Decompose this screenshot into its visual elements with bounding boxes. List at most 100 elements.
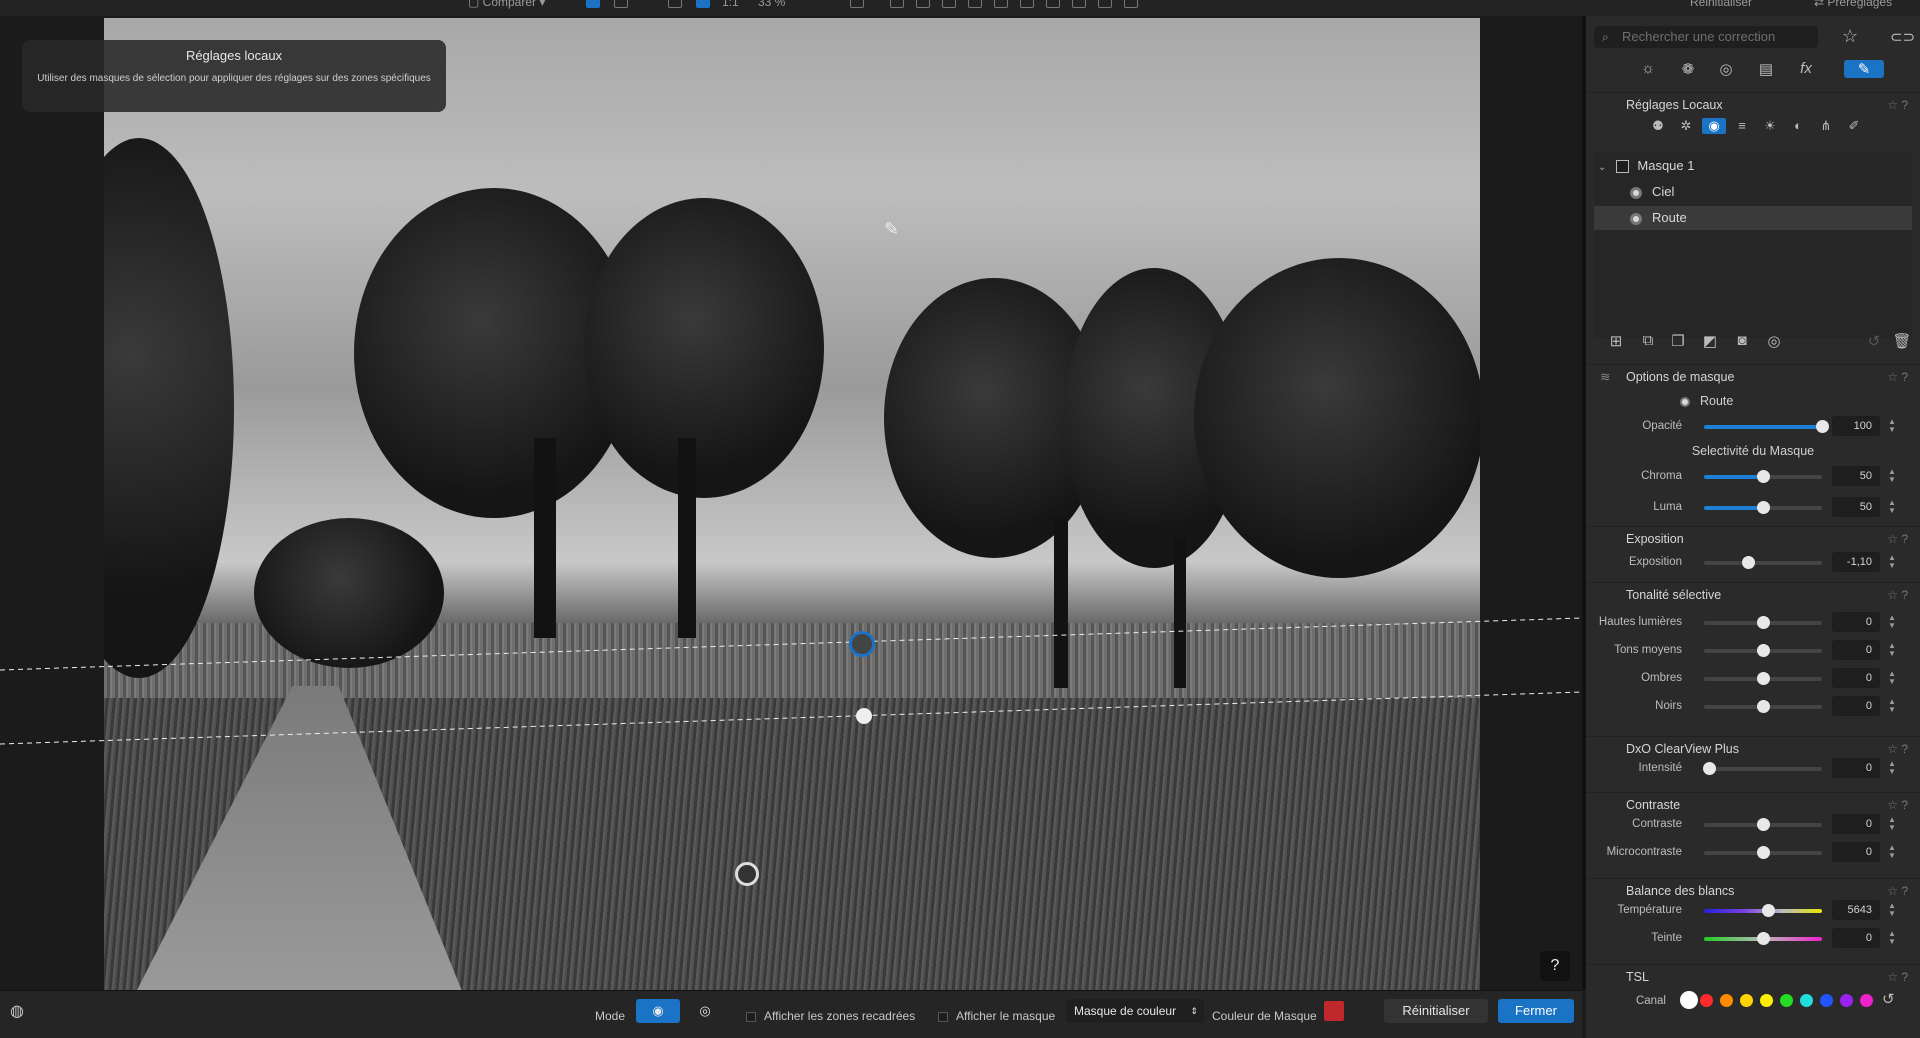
hsl-channel-swatch[interactable]: [1800, 994, 1813, 1007]
exposure-slider[interactable]: [1704, 556, 1822, 569]
color-mask-icon[interactable]: ⋔: [1816, 118, 1836, 134]
section-contrast[interactable]: Contraste ☆ ?: [1586, 792, 1920, 816]
hsl-channel-swatch[interactable]: [1780, 994, 1793, 1007]
stepper-icon[interactable]: ▲ ▼: [1888, 760, 1896, 776]
add-mask-icon[interactable]: ⊞: [1606, 332, 1626, 350]
eyedropper-icon[interactable]: [1098, 0, 1112, 8]
hsl-channel-swatch[interactable]: [1700, 994, 1713, 1007]
close-button[interactable]: Fermer: [1498, 999, 1574, 1023]
mask-item-sky[interactable]: Ciel: [1630, 180, 1920, 204]
brush-icon[interactable]: [942, 0, 956, 8]
mode-gradient-button[interactable]: ◉: [636, 999, 680, 1023]
mask-circle-icon[interactable]: ◙: [1732, 332, 1752, 349]
stepper-icon[interactable]: ▲ ▼: [1888, 930, 1896, 946]
crop-icon[interactable]: [916, 0, 930, 8]
delete-mask-icon[interactable]: 🗑: [1892, 332, 1912, 350]
luma-value[interactable]: 50: [1832, 497, 1880, 517]
stepper-icon[interactable]: ▲ ▼: [1888, 468, 1896, 484]
control-point-sky[interactable]: [849, 631, 875, 657]
section-local-adjustments[interactable]: Réglages Locaux ☆ ?: [1586, 92, 1920, 116]
mask-group-item[interactable]: ⌄ Masque 1: [1598, 154, 1900, 178]
show-cropped-toggle[interactable]: Afficher les zones recadrées: [746, 1009, 915, 1023]
hand-icon[interactable]: [890, 0, 904, 8]
duplicate-mask-icon[interactable]: ❐: [1668, 332, 1688, 350]
stepper-icon[interactable]: ▲ ▼: [1888, 418, 1896, 434]
local-adjust-toggle-icon[interactable]: ◍: [10, 1001, 24, 1021]
exposure-value[interactable]: -1,10: [1832, 552, 1880, 572]
geometry-tab-icon[interactable]: ▤: [1754, 60, 1778, 78]
fit-icon[interactable]: [668, 0, 682, 8]
color-tab-icon[interactable]: ❁: [1676, 60, 1700, 78]
hsl-channel-swatch[interactable]: [1740, 994, 1753, 1007]
section-mask-options[interactable]: ≋ Options de masque ☆ ?: [1586, 364, 1920, 388]
single-view-icon[interactable]: [586, 0, 600, 8]
gradient-center-handle[interactable]: [856, 708, 872, 724]
hsl-channel-swatch[interactable]: [1680, 991, 1698, 1009]
control-point-road[interactable]: [735, 862, 759, 886]
zoom-select[interactable]: 33 %: [758, 0, 785, 10]
star-icon[interactable]: ☆ ?: [1887, 737, 1908, 761]
star-icon[interactable]: ☆ ?: [1887, 365, 1908, 389]
stepper-icon[interactable]: ▲ ▼: [1888, 554, 1896, 570]
crop-checkbox[interactable]: [746, 1011, 756, 1022]
star-icon[interactable]: ☆ ?: [1887, 793, 1908, 817]
stepper-icon[interactable]: ▲ ▼: [1888, 698, 1896, 714]
mask-color-swatch[interactable]: [1324, 1001, 1344, 1021]
gradient-line-bottom[interactable]: [0, 691, 1582, 745]
image-viewer[interactable]: ✎ Réglages locaux Utiliser des masques d…: [0, 16, 1582, 990]
mask-type-select[interactable]: Masque de couleur ⇕: [1066, 999, 1204, 1023]
blacks-knob[interactable]: [1757, 700, 1770, 713]
intensity-knob[interactable]: [1703, 762, 1716, 775]
stepper-icon[interactable]: ▲ ▼: [1888, 816, 1896, 832]
chroma-knob[interactable]: [1757, 470, 1770, 483]
compare-button[interactable]: ▢ Comparer ▾: [468, 0, 545, 10]
shadows-knob[interactable]: [1757, 672, 1770, 685]
blacks-slider[interactable]: [1704, 700, 1822, 713]
chroma-value[interactable]: 50: [1832, 466, 1880, 486]
luma-knob[interactable]: [1757, 501, 1770, 514]
stepper-icon[interactable]: ▲ ▼: [1888, 499, 1896, 515]
reset-button[interactable]: Réinitialiser: [1384, 999, 1488, 1023]
star-icon[interactable]: ☆ ?: [1887, 965, 1908, 989]
section-hsl[interactable]: TSL ☆ ?: [1586, 964, 1920, 988]
toggle-icon[interactable]: ⊂⊃: [1890, 28, 1915, 46]
detail-tab-icon[interactable]: ◎: [1714, 60, 1738, 78]
microcontrast-value[interactable]: 0: [1832, 842, 1880, 862]
radial-filter-icon[interactable]: ☀: [1760, 118, 1780, 134]
horizon-icon[interactable]: [968, 0, 982, 8]
microcontrast-knob[interactable]: [1757, 846, 1770, 859]
hsl-channel-swatch[interactable]: [1820, 994, 1833, 1007]
tint-slider[interactable]: [1704, 932, 1822, 945]
stepper-icon[interactable]: ▲ ▼: [1888, 902, 1896, 918]
show-mask-toggle[interactable]: Afficher le masque: [938, 1009, 1055, 1023]
section-white-balance[interactable]: Balance des blancs ☆ ?: [1586, 878, 1920, 902]
contrast-value[interactable]: 0: [1832, 814, 1880, 834]
help-button[interactable]: ?: [1540, 951, 1570, 981]
tint-knob[interactable]: [1757, 932, 1770, 945]
hsl-channel-swatch[interactable]: [1860, 994, 1873, 1007]
light-tab-icon[interactable]: ☼: [1636, 60, 1660, 77]
section-selective-tone[interactable]: Tonalité sélective ☆ ?: [1586, 582, 1920, 606]
shadows-slider[interactable]: [1704, 672, 1822, 685]
chevron-down-icon[interactable]: ⌄: [1598, 162, 1606, 173]
effects-tab-icon[interactable]: fx: [1794, 60, 1818, 77]
gradient-line-top[interactable]: [0, 617, 1582, 671]
highlights-value[interactable]: 0: [1832, 612, 1880, 632]
undo-icon[interactable]: ↺: [1864, 332, 1884, 350]
hsl-channel-swatch[interactable]: [1720, 994, 1733, 1007]
temperature-slider[interactable]: [1704, 904, 1822, 917]
temperature-knob[interactable]: [1761, 904, 1775, 917]
reset-all-button[interactable]: Réinitialiser: [1690, 0, 1752, 10]
hide-mask-icon[interactable]: ◎: [1764, 332, 1784, 350]
stepper-icon[interactable]: ▲ ▼: [1888, 670, 1896, 686]
opacity-knob[interactable]: [1816, 420, 1829, 433]
luminosity-mask-icon[interactable]: ◐: [1788, 118, 1808, 133]
mode-point-button[interactable]: ◎: [690, 999, 720, 1023]
highlights-slider[interactable]: [1704, 616, 1822, 629]
highlights-knob[interactable]: [1757, 616, 1770, 629]
perspective-icon[interactable]: [994, 0, 1008, 8]
control-point-tool-icon[interactable]: ⚉: [1648, 118, 1668, 134]
invert-mask-icon[interactable]: ◩: [1700, 332, 1720, 350]
move-icon[interactable]: [696, 0, 710, 8]
stepper-icon[interactable]: ▲ ▼: [1888, 844, 1896, 860]
